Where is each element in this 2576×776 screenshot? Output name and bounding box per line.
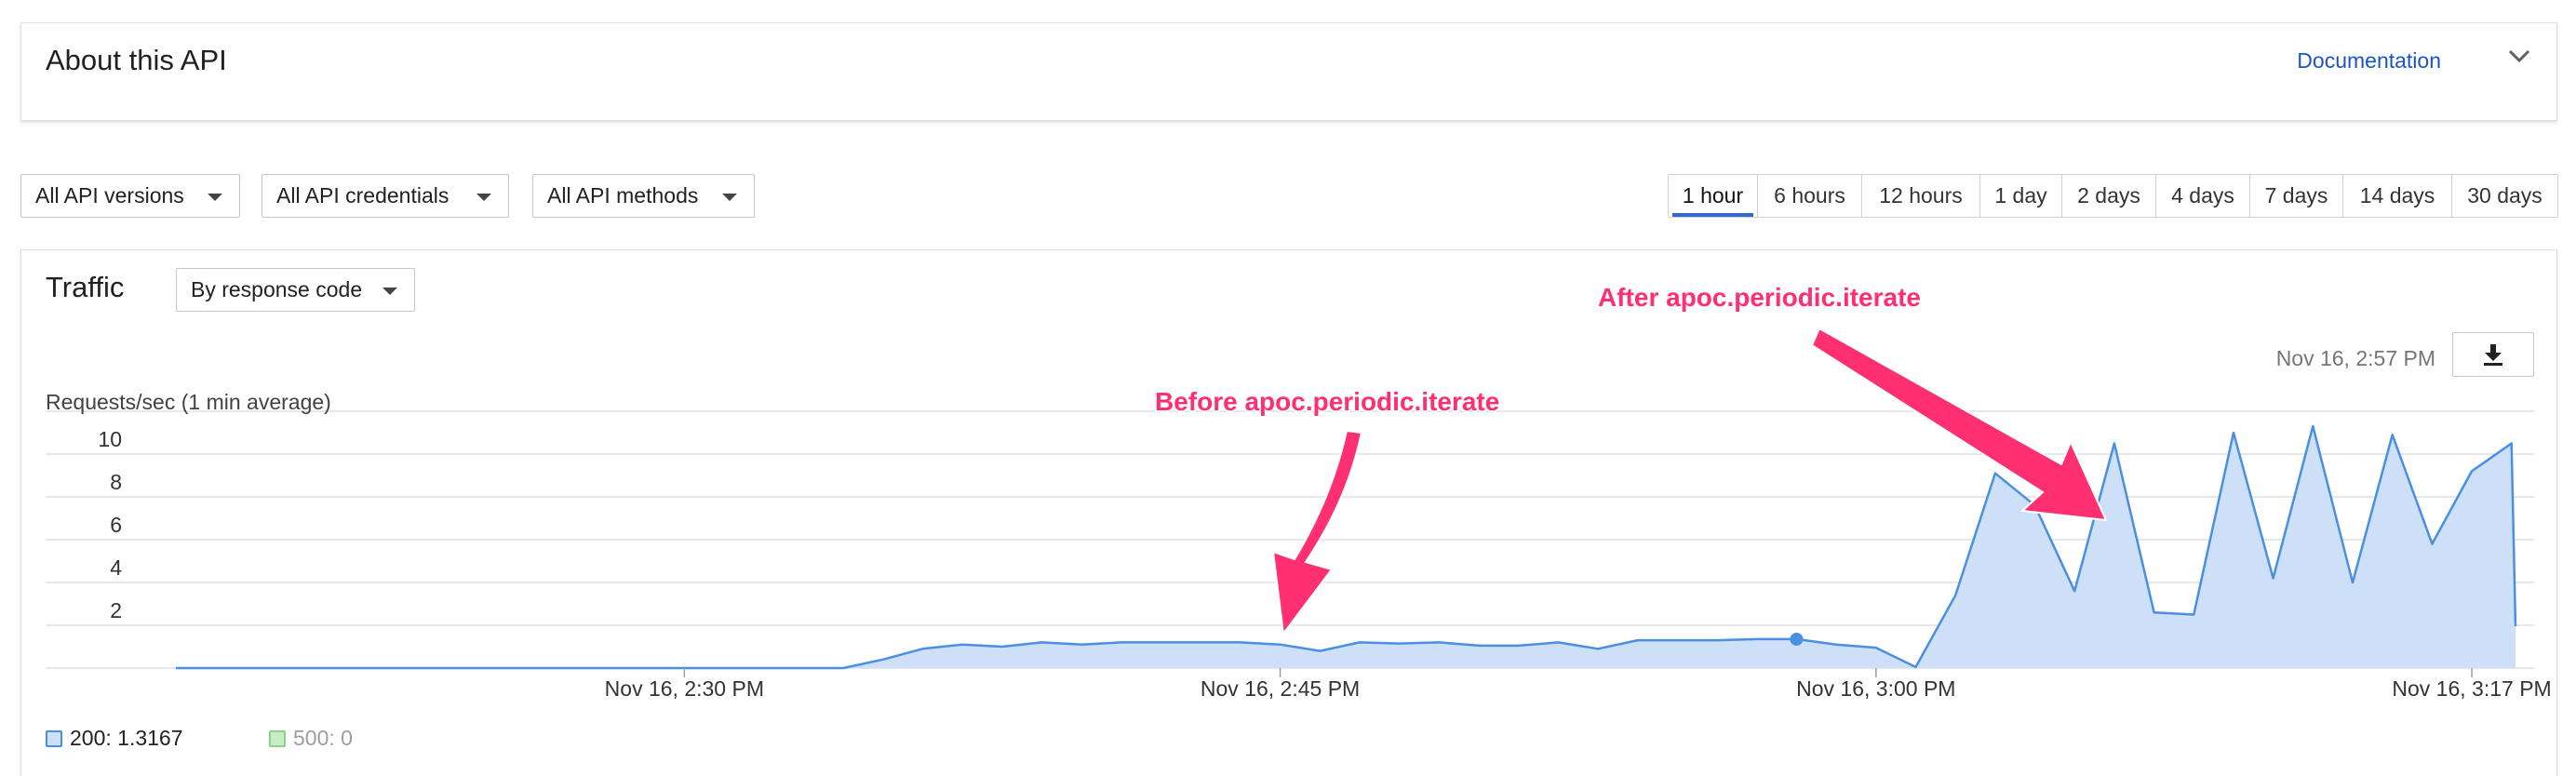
legend-item-500[interactable]: 500: 0 <box>269 726 353 751</box>
time-range-1-hour[interactable]: 1 hour <box>1669 175 1758 217</box>
time-range-7-days[interactable]: 7 days <box>2250 175 2343 217</box>
y-tick-label: 8 <box>110 470 122 494</box>
about-api-title: About this API <box>46 44 227 76</box>
annotation-before-arrow <box>1271 429 1363 636</box>
api-credentials-dropdown[interactable]: All API credentials <box>262 174 509 218</box>
time-range-2-days[interactable]: 2 days <box>2062 175 2156 217</box>
traffic-card: 2 4 6 8 10 Nov 16, 2:30 PM Nov 16, 2:45 PM Nov … <box>20 249 2557 776</box>
y-tick-label: 10 <box>98 427 122 451</box>
time-range-selector: 1 hour 6 hours 12 hours 1 day 2 days 4 d… <box>1668 174 2558 218</box>
download-button[interactable] <box>2452 332 2534 377</box>
time-range-30-days[interactable]: 30 days <box>2452 175 2557 217</box>
legend-swatch-500 <box>269 729 286 747</box>
y-axis-label: Requests/sec (1 min average) <box>46 390 331 414</box>
time-range-6-hours[interactable]: 6 hours <box>1758 175 1862 217</box>
legend-item-200[interactable]: 200: 1.3167 <box>46 726 183 751</box>
annotation-after-arrow <box>1810 327 2108 522</box>
x-tick-label: Nov 16, 3:00 PM <box>1796 676 1955 701</box>
caret-down-icon <box>208 194 222 201</box>
series-200-hover-point <box>1790 632 1804 646</box>
download-icon <box>2484 344 2502 366</box>
caret-down-icon <box>476 194 491 201</box>
api-methods-label: All API methods <box>547 183 699 207</box>
group-by-dropdown[interactable]: By response code <box>176 268 415 312</box>
traffic-title: Traffic <box>46 271 125 303</box>
caret-down-icon <box>722 194 737 201</box>
chevron-down-icon[interactable] <box>2502 40 2536 74</box>
api-versions-dropdown[interactable]: All API versions <box>20 174 240 218</box>
legend-swatch-200 <box>46 729 62 747</box>
documentation-link[interactable]: Documentation <box>2297 48 2441 74</box>
x-tick-label: Nov 16, 3:17 PM <box>2392 676 2551 701</box>
annotation-before: Before apoc.periodic.iterate <box>1155 387 1499 416</box>
traffic-chart: 2 4 6 8 10 Nov 16, 2:30 PM Nov 16, 2:45 PM Nov … <box>46 282 2552 701</box>
time-range-4-days[interactable]: 4 days <box>2156 175 2250 217</box>
x-tick-label: Nov 16, 2:45 PM <box>1201 676 1360 701</box>
y-tick-label: 4 <box>110 555 122 580</box>
annotation-after: After apoc.periodic.iterate <box>1598 283 1921 312</box>
time-range-12-hours[interactable]: 12 hours <box>1862 175 1980 217</box>
y-tick-label: 2 <box>110 598 122 622</box>
x-tick-label: Nov 16, 2:30 PM <box>605 676 764 701</box>
about-api-card: About this API Documentation <box>20 22 2557 121</box>
api-credentials-label: All API credentials <box>276 183 449 207</box>
legend-label-500: 500: 0 <box>293 726 353 750</box>
chart-timestamp: Nov 16, 2:57 PM <box>2275 346 2435 370</box>
legend-label-200: 200: 1.3167 <box>70 726 183 750</box>
y-tick-label: 6 <box>110 513 122 537</box>
caret-down-icon <box>382 288 397 295</box>
time-range-1-day[interactable]: 1 day <box>1980 175 2062 217</box>
api-methods-dropdown[interactable]: All API methods <box>532 174 755 218</box>
time-range-14-days[interactable]: 14 days <box>2343 175 2452 217</box>
api-versions-label: All API versions <box>35 183 184 207</box>
group-by-label: By response code <box>191 277 363 301</box>
